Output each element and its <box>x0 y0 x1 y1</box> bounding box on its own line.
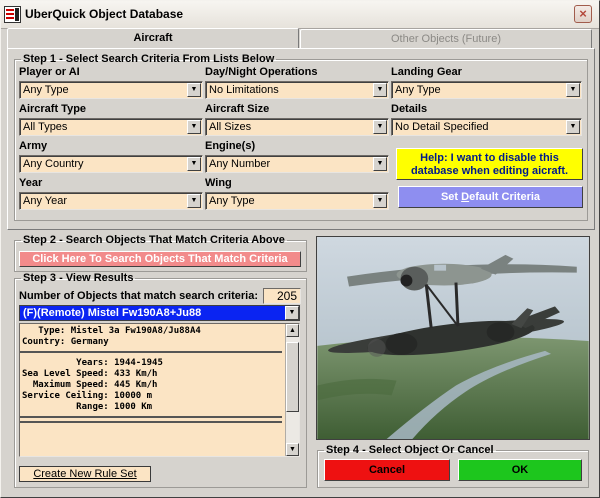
result-object-value: (F)(Remote) Mistel Fw190A8+Ju88 <box>23 307 202 319</box>
details-label: Details <box>391 103 428 115</box>
database-icon <box>4 6 21 23</box>
aircraft-type-label: Aircraft Type <box>19 103 87 115</box>
default-accel: D <box>461 191 470 203</box>
chevron-down-icon[interactable]: ▼ <box>187 194 201 208</box>
aircraft-type-select[interactable]: All Types ▼ <box>19 118 203 136</box>
chevron-down-icon[interactable]: ▼ <box>187 157 201 171</box>
cancel-button[interactable]: Cancel <box>324 459 450 481</box>
step1-title: Step 1 - Select Search Criteria From Lis… <box>23 53 275 65</box>
daynight-label: Day/Night Operations <box>205 66 318 78</box>
year-select[interactable]: Any Year ▼ <box>19 192 203 210</box>
details-divider-3 <box>20 421 282 423</box>
gear-value: Any Type <box>395 84 441 96</box>
help-line-2: database when editing aicraft. <box>410 165 569 177</box>
step4-title: Step 4 - Select Object Or Cancel <box>326 444 494 456</box>
tab-aircraft[interactable]: Aircraft <box>7 28 299 49</box>
details-value: No Detail Specified <box>395 121 489 133</box>
chevron-down-icon[interactable]: ▼ <box>373 157 387 171</box>
player-value: Any Type <box>23 84 69 96</box>
scroll-thumb[interactable] <box>286 342 299 412</box>
scroll-down-icon[interactable]: ▼ <box>286 443 299 456</box>
gear-label: Landing Gear <box>391 66 462 78</box>
chevron-down-icon[interactable]: ▼ <box>373 120 387 134</box>
army-select[interactable]: Any Country ▼ <box>19 155 203 173</box>
details-scrollbar[interactable]: ▲ ▼ <box>285 324 299 456</box>
tab-strip: Aircraft Other Objects (Future) <box>7 28 595 49</box>
wing-value: Any Type <box>209 195 255 207</box>
engines-label: Engine(s) <box>205 140 256 152</box>
details-header: Type: Mistel 3a Fw190A8/Ju88A4 Country: … <box>22 326 201 347</box>
search-objects-button[interactable]: Click Here To Search Objects That Match … <box>19 251 301 267</box>
default-pre: Set <box>440 191 462 203</box>
chevron-down-icon[interactable]: ▼ <box>285 306 299 320</box>
help-line-1: Help: I want to disable this <box>420 152 559 164</box>
scroll-up-icon[interactable]: ▲ <box>286 324 299 337</box>
size-label: Aircraft Size <box>205 103 270 115</box>
daynight-select[interactable]: No Limitations ▼ <box>205 81 389 99</box>
player-select[interactable]: Any Type ▼ <box>19 81 203 99</box>
chevron-down-icon[interactable]: ▼ <box>373 83 387 97</box>
wing-select[interactable]: Any Type ▼ <box>205 192 389 210</box>
chevron-down-icon[interactable]: ▼ <box>187 120 201 134</box>
step2-title: Step 2 - Search Objects That Match Crite… <box>23 234 285 246</box>
app-window: UberQuick Object Database × Aircraft Oth… <box>0 0 600 498</box>
year-value: Any Year <box>23 195 68 207</box>
window-title: UberQuick Object Database <box>25 7 184 21</box>
wing-label: Wing <box>205 177 232 189</box>
year-label: Year <box>19 177 43 189</box>
details-select[interactable]: No Detail Specified ▼ <box>391 118 582 136</box>
army-label: Army <box>19 140 48 152</box>
chevron-down-icon[interactable]: ▼ <box>373 194 387 208</box>
chevron-down-icon[interactable]: ▼ <box>187 83 201 97</box>
help-disable-database-button[interactable]: Help: I want to disable this database wh… <box>396 148 583 180</box>
army-value: Any Country <box>23 158 84 170</box>
step3-title: Step 3 - View Results <box>23 272 134 284</box>
chevron-down-icon[interactable]: ▼ <box>566 83 580 97</box>
size-value: All Sizes <box>209 121 252 133</box>
tab-other-objects[interactable]: Other Objects (Future) <box>300 29 592 48</box>
engines-value: Any Number <box>209 158 271 170</box>
match-count-value: 205 <box>263 288 301 304</box>
engines-select[interactable]: Any Number ▼ <box>205 155 389 173</box>
size-select[interactable]: All Sizes ▼ <box>205 118 389 136</box>
details-divider-2 <box>20 416 282 418</box>
aircraft-type-value: All Types <box>23 121 68 133</box>
set-default-criteria-button[interactable]: Set Default Criteria <box>398 186 583 208</box>
details-divider-1 <box>20 351 282 353</box>
create-new-rule-set-button[interactable]: Create New Rule Set <box>19 466 151 482</box>
default-post: efault Criteria <box>469 191 541 203</box>
object-details-text[interactable]: Type: Mistel 3a Fw190A8/Ju88A4 Country: … <box>19 323 300 457</box>
title-bar[interactable]: UberQuick Object Database × <box>1 1 599 29</box>
close-icon: × <box>579 6 587 21</box>
player-label: Player or AI <box>19 66 80 78</box>
match-count-label: Number of Objects that match search crit… <box>19 290 259 302</box>
aircraft-photo <box>316 236 590 440</box>
details-specs: Years: 1944-1945 Sea Level Speed: 433 Km… <box>22 358 163 412</box>
result-object-select[interactable]: (F)(Remote) Mistel Fw190A8+Ju88 ▼ <box>19 305 300 321</box>
create-button-label: Create New Rule Set <box>33 468 137 480</box>
ok-button[interactable]: OK <box>458 459 582 481</box>
close-button[interactable]: × <box>574 5 592 23</box>
chevron-down-icon[interactable]: ▼ <box>566 120 580 134</box>
daynight-value: No Limitations <box>209 84 279 96</box>
gear-select[interactable]: Any Type ▼ <box>391 81 582 99</box>
